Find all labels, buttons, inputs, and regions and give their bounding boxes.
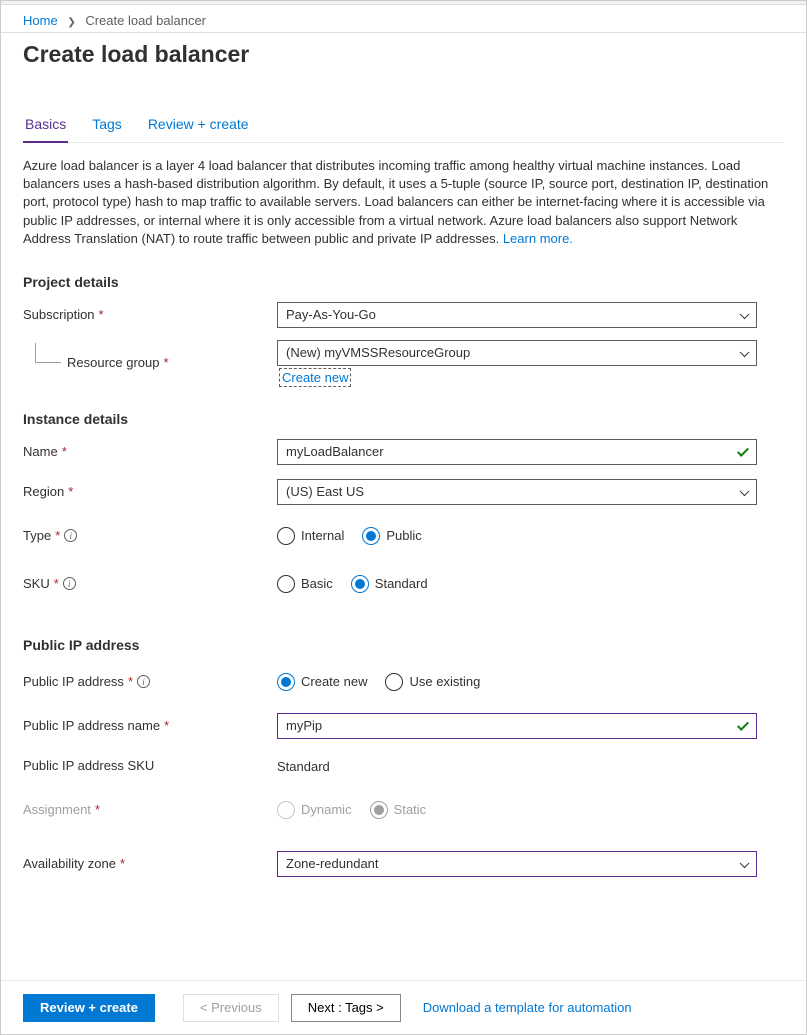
required-indicator: * [62, 444, 67, 459]
radio-assignment-dynamic: Dynamic [277, 801, 352, 819]
chevron-right-icon: ❯ [67, 17, 75, 28]
radio-public-ip-use-existing[interactable]: Use existing [385, 673, 480, 691]
required-indicator: * [120, 856, 125, 871]
review-create-button[interactable]: Review + create [23, 994, 155, 1022]
label-assignment: Assignment [23, 802, 91, 817]
label-subscription: Subscription [23, 307, 95, 322]
tab-basics[interactable]: Basics [23, 112, 68, 142]
availability-zone-select[interactable]: Zone-redundant [277, 851, 757, 877]
label-public-ip-name: Public IP address name [23, 718, 160, 733]
breadcrumb-home[interactable]: Home [23, 13, 58, 28]
subscription-select[interactable]: Pay-As-You-Go [277, 302, 757, 328]
create-new-link[interactable]: Create new [281, 370, 349, 385]
learn-more-link[interactable]: Learn more. [503, 231, 573, 246]
footer: Review + create < Previous Next : Tags >… [1, 980, 806, 1034]
previous-button: < Previous [183, 994, 279, 1022]
region-select[interactable]: (US) East US [277, 479, 757, 505]
page-title: Create load balancer [1, 33, 806, 84]
tab-tags[interactable]: Tags [90, 112, 124, 142]
tab-review[interactable]: Review + create [146, 112, 251, 142]
label-public-ip-sku: Public IP address SKU [23, 758, 154, 773]
label-resource-group: Resource group [67, 355, 160, 370]
breadcrumb-current: Create load balancer [85, 13, 206, 28]
label-type: Type [23, 528, 51, 543]
radio-sku-basic[interactable]: Basic [277, 575, 333, 593]
info-icon[interactable]: i [63, 577, 76, 590]
required-indicator: * [99, 307, 104, 322]
public-ip-name-input[interactable]: myPip [277, 713, 757, 739]
section-project-details: Project details [23, 274, 784, 290]
radio-assignment-static: Static [370, 801, 427, 819]
section-instance-details: Instance details [23, 411, 784, 427]
tabs: Basics Tags Review + create [23, 112, 784, 143]
name-input[interactable]: myLoadBalancer [277, 439, 757, 465]
label-region: Region [23, 484, 64, 499]
next-button[interactable]: Next : Tags > [291, 994, 401, 1022]
required-indicator: * [164, 718, 169, 733]
required-indicator: * [54, 576, 59, 591]
radio-type-internal[interactable]: Internal [277, 527, 344, 545]
download-template-link[interactable]: Download a template for automation [423, 1000, 632, 1015]
label-sku: SKU [23, 576, 50, 591]
required-indicator: * [55, 528, 60, 543]
radio-sku-standard[interactable]: Standard [351, 575, 428, 593]
radio-public-ip-create-new[interactable]: Create new [277, 673, 367, 691]
required-indicator: * [68, 484, 73, 499]
info-icon[interactable]: i [64, 529, 77, 542]
tree-connector-icon [35, 343, 61, 363]
radio-type-public[interactable]: Public [362, 527, 421, 545]
required-indicator: * [128, 674, 133, 689]
info-icon[interactable]: i [137, 675, 150, 688]
label-name: Name [23, 444, 58, 459]
breadcrumb: Home ❯ Create load balancer [1, 5, 806, 33]
label-availability-zone: Availability zone [23, 856, 116, 871]
section-public-ip: Public IP address [23, 637, 784, 653]
public-ip-sku-value: Standard [277, 757, 757, 774]
required-indicator: * [95, 802, 100, 817]
label-public-ip: Public IP address [23, 674, 124, 689]
resource-group-select[interactable]: (New) myVMSSResourceGroup [277, 340, 757, 366]
description: Azure load balancer is a layer 4 load ba… [23, 157, 784, 248]
required-indicator: * [164, 355, 169, 370]
